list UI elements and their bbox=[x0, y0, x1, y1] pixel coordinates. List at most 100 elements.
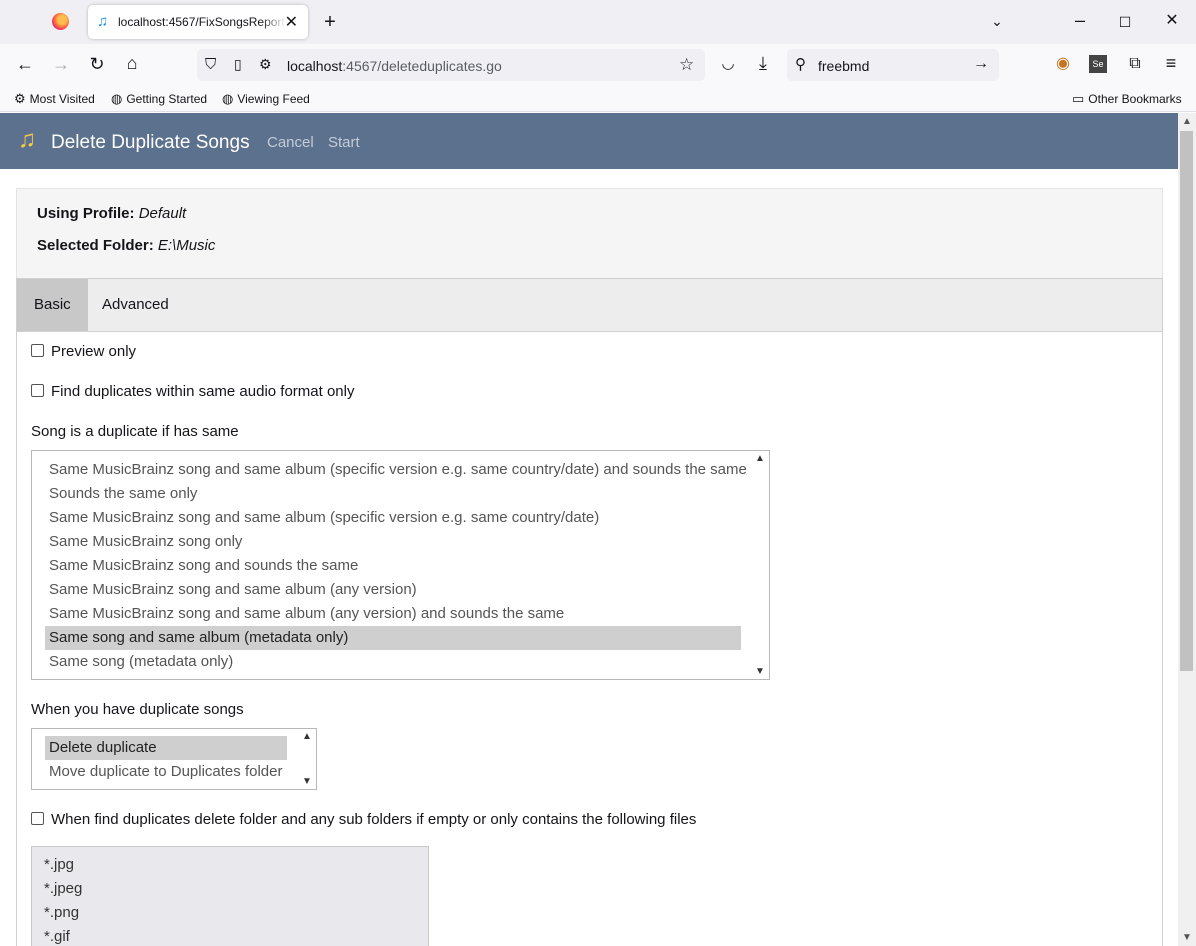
duplicate-criteria-list[interactable]: Same MusicBrainz song and same album (sp… bbox=[31, 450, 770, 680]
page-title: Delete Duplicate Songs bbox=[51, 132, 250, 153]
browser-nav-bar: ← → ↻ ⌂ ⛉ ▯ ⚙ localhost:4567/deletedupli… bbox=[0, 44, 1196, 86]
music-logo-icon: ♫ bbox=[18, 126, 36, 153]
close-tab-icon[interactable]: ✕ bbox=[285, 12, 298, 32]
scrollbar-thumb[interactable] bbox=[1180, 131, 1193, 671]
page-icon[interactable]: ▯ bbox=[234, 56, 242, 73]
duplicate-criteria-label: Song is a duplicate if has same bbox=[31, 423, 239, 440]
download-icon[interactable]: ⤓ bbox=[751, 54, 775, 72]
window-close-icon[interactable]: ✕ bbox=[1160, 12, 1184, 30]
file-pattern: *.png bbox=[44, 904, 80, 921]
bookmark-viewing-feed[interactable]: ◍ Viewing Feed bbox=[222, 91, 310, 107]
list-item[interactable]: Same MusicBrainz song and same album (an… bbox=[45, 602, 737, 626]
start-link[interactable]: Start bbox=[328, 134, 360, 151]
list-item[interactable]: Same MusicBrainz song only bbox=[45, 530, 737, 554]
url-path: :4567/deleteduplicates.go bbox=[342, 58, 502, 74]
info-panel: Using Profile: Default Selected Folder: … bbox=[16, 188, 1163, 278]
list-item[interactable]: Same MusicBrainz song and same album (sp… bbox=[45, 458, 747, 482]
url-text[interactable]: localhost:4567/deleteduplicates.go bbox=[287, 58, 502, 74]
list-item[interactable]: Same MusicBrainz song and same album (sp… bbox=[45, 506, 737, 530]
bookmark-getting-started[interactable]: ◍ Getting Started bbox=[111, 91, 207, 107]
file-pattern: *.jpg bbox=[44, 856, 75, 873]
bookmark-label: Viewing Feed bbox=[237, 92, 310, 106]
scroll-down-icon[interactable]: ▼ bbox=[1182, 932, 1192, 943]
duplicate-action-list[interactable]: Delete duplicate Move duplicate to Dupli… bbox=[31, 728, 317, 790]
maximize-icon[interactable]: ☐ bbox=[1113, 13, 1137, 31]
profile-value: Default bbox=[138, 205, 187, 222]
tab-title: localhost:4567/FixSongsReport bbox=[118, 15, 285, 29]
home-icon[interactable]: ⌂ bbox=[120, 54, 144, 72]
firefox-icon[interactable] bbox=[52, 13, 69, 30]
extension-monkey-icon[interactable]: ◉ bbox=[1051, 55, 1075, 73]
duplicate-action-label: When you have duplicate songs bbox=[31, 701, 244, 718]
tab-advanced[interactable]: Advanced bbox=[85, 279, 186, 331]
search-icon: ⚲ bbox=[795, 56, 806, 73]
search-text[interactable]: freebmd bbox=[818, 58, 869, 74]
scroll-up-icon[interactable]: ▲ bbox=[755, 453, 765, 464]
bookmark-label: Other Bookmarks bbox=[1088, 92, 1182, 106]
file-patterns-textarea[interactable]: *.jpg *.jpeg *.png *.gif bbox=[31, 846, 429, 946]
page-scrollbar[interactable]: ▲ ▼ bbox=[1178, 113, 1196, 946]
folder-value: E:\Music bbox=[157, 237, 216, 254]
scroll-down-icon[interactable]: ▼ bbox=[302, 776, 312, 787]
other-bookmarks[interactable]: ▭ Other Bookmarks bbox=[1072, 91, 1182, 107]
basic-tab-content: Preview only Find duplicates within same… bbox=[16, 332, 1163, 946]
bookmark-most-visited[interactable]: ⚙ Most Visited bbox=[14, 91, 95, 107]
extensions-icon[interactable]: ⧉ bbox=[1123, 55, 1147, 73]
list-item[interactable]: Move duplicate to Duplicates folder bbox=[45, 760, 287, 784]
list-tabs-icon[interactable]: ⌄ bbox=[985, 12, 1009, 30]
file-pattern: *.gif bbox=[44, 928, 70, 945]
list-scrollbar[interactable]: ▲ ▼ bbox=[299, 729, 316, 789]
delete-empty-folder-checkbox[interactable]: When find duplicates delete folder and a… bbox=[31, 811, 696, 828]
scroll-up-icon[interactable]: ▲ bbox=[302, 731, 312, 742]
search-go-icon[interactable]: → bbox=[973, 55, 989, 73]
folder-label: Selected Folder: bbox=[37, 237, 154, 254]
list-item-selected[interactable]: Same song and same album (metadata only) bbox=[45, 626, 741, 650]
shield-icon[interactable]: ⛉ bbox=[205, 56, 216, 73]
search-bar[interactable]: ⚲ freebmd → bbox=[787, 49, 999, 81]
pocket-icon[interactable]: ◡ bbox=[716, 55, 740, 73]
menu-icon[interactable]: ≡ bbox=[1159, 54, 1183, 72]
scroll-up-icon[interactable]: ▲ bbox=[1182, 116, 1192, 127]
same-format-checkbox[interactable]: Find duplicates within same audio format… bbox=[31, 383, 355, 400]
forward-icon[interactable]: → bbox=[49, 55, 73, 73]
folder-row: Selected Folder: E:\Music bbox=[37, 237, 215, 254]
page-content: ♫ Delete Duplicate Songs Cancel Start Us… bbox=[0, 113, 1178, 946]
minimize-icon[interactable]: – bbox=[1068, 11, 1092, 29]
list-item[interactable]: Same song (metadata only) bbox=[45, 650, 737, 674]
url-host: localhost bbox=[287, 58, 343, 74]
list-item[interactable]: Same MusicBrainz song and same album (an… bbox=[45, 578, 737, 602]
list-item[interactable]: Sounds the same only bbox=[45, 482, 737, 506]
browser-tab[interactable]: ♫ localhost:4567/FixSongsReport ✕ bbox=[88, 5, 308, 39]
permissions-icon[interactable]: ⚙ bbox=[259, 56, 272, 73]
folder-icon: ▭ bbox=[1072, 91, 1085, 106]
preview-only-checkbox[interactable]: Preview only bbox=[31, 343, 136, 360]
gear-icon: ⚙ bbox=[14, 91, 26, 106]
reload-icon[interactable]: ↻ bbox=[85, 55, 109, 73]
file-pattern: *.jpeg bbox=[44, 880, 83, 897]
music-note-icon: ♫ bbox=[97, 13, 109, 30]
checkbox-box[interactable] bbox=[31, 384, 44, 397]
tab-strip: Basic Advanced bbox=[16, 278, 1163, 332]
profile-label: Using Profile: bbox=[37, 205, 135, 222]
globe-icon: ◍ bbox=[222, 91, 234, 106]
bookmark-label: Getting Started bbox=[126, 92, 208, 106]
checkbox-label: Preview only bbox=[51, 343, 137, 360]
checkbox-label: Find duplicates within same audio format… bbox=[51, 383, 355, 400]
tab-basic[interactable]: Basic bbox=[17, 279, 88, 331]
selenium-extension-icon[interactable]: Se bbox=[1089, 55, 1107, 73]
checkbox-box[interactable] bbox=[31, 812, 44, 825]
back-icon[interactable]: ← bbox=[13, 55, 37, 73]
new-tab-icon[interactable]: + bbox=[318, 12, 342, 32]
bookmark-label: Most Visited bbox=[29, 92, 95, 106]
bookmarks-bar: ⚙ Most Visited ◍ Getting Started ◍ Viewing … bbox=[0, 86, 1196, 112]
bookmark-star-icon[interactable]: ☆ bbox=[679, 55, 694, 75]
globe-icon: ◍ bbox=[111, 91, 123, 106]
list-item-selected[interactable]: Delete duplicate bbox=[45, 736, 287, 760]
list-scrollbar[interactable]: ▲ ▼ bbox=[752, 451, 769, 679]
url-bar[interactable]: ⛉ ▯ ⚙ localhost:4567/deleteduplicates.go… bbox=[197, 49, 705, 81]
scroll-down-icon[interactable]: ▼ bbox=[755, 666, 765, 677]
checkbox-box[interactable] bbox=[31, 344, 44, 357]
cancel-link[interactable]: Cancel bbox=[267, 134, 314, 151]
list-item[interactable]: Same MusicBrainz song and sounds the sam… bbox=[45, 554, 737, 578]
checkbox-label: When find duplicates delete folder and a… bbox=[51, 811, 697, 828]
